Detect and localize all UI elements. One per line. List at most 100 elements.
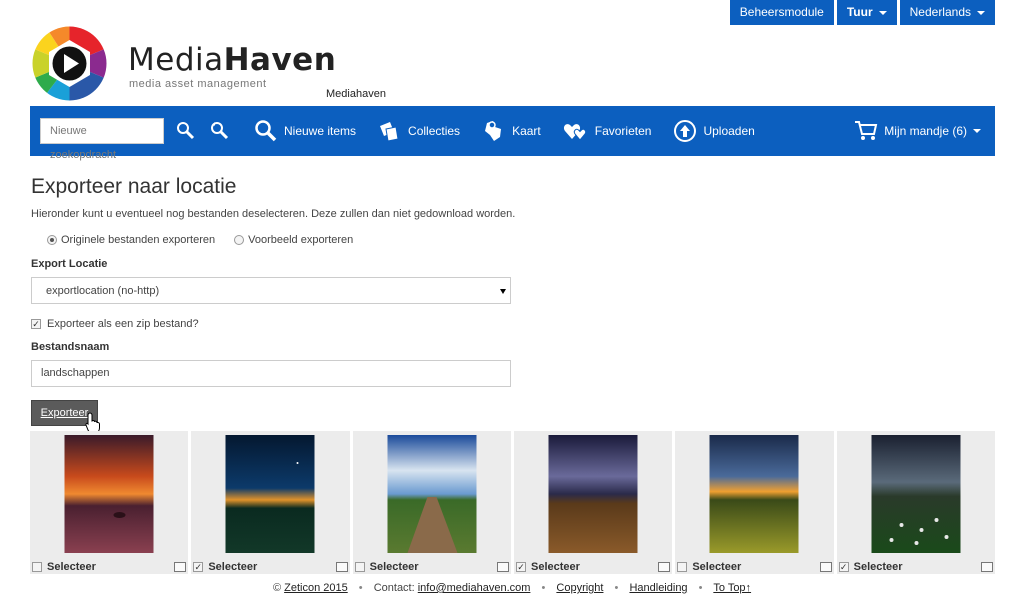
thumbnail-image[interactable]	[387, 435, 477, 553]
thumbnail-image[interactable]	[225, 435, 315, 553]
site-name: Mediahaven	[326, 88, 386, 100]
footer-separator: •	[358, 582, 363, 594]
cart-label: Mijn mandje (6)	[884, 124, 967, 138]
image-icon[interactable]	[174, 562, 187, 572]
brand-wordmark: MediaHaven	[128, 42, 336, 78]
footer-contact-label: Contact:	[373, 582, 418, 594]
image-icon[interactable]	[980, 562, 993, 572]
language-label: Nederlands	[909, 5, 971, 19]
cart-button[interactable]: Mijn mandje (6)	[854, 120, 981, 142]
select-label: Selecteer	[369, 561, 419, 573]
select-checkbox[interactable]	[354, 562, 365, 572]
footer-separator: •	[698, 582, 703, 594]
gallery-tile: Selecteer	[30, 431, 189, 574]
nav-new-items[interactable]: Nieuwe items	[254, 119, 356, 143]
select-option[interactable]: Selecteer	[32, 561, 96, 573]
image-icon[interactable]	[335, 562, 348, 572]
thumbnail-image[interactable]	[709, 435, 799, 553]
gallery-tile: Selecteer	[675, 431, 834, 574]
nav-new-items-label: Nieuwe items	[284, 124, 357, 138]
caret-down-icon	[878, 10, 887, 15]
image-icon[interactable]	[819, 562, 832, 572]
export-gallery: Selecteer ✓ Selecteer Selecteer ✓ Selectee…	[30, 431, 995, 574]
select-checkbox[interactable]: ✓	[515, 562, 526, 572]
brand-name-light: Media	[128, 42, 224, 78]
select-checkbox[interactable]: ✓	[193, 562, 204, 572]
nav-collections-label: Collecties	[408, 124, 461, 138]
select-option[interactable]: ✓ Selecteer	[515, 561, 580, 573]
select-option[interactable]: ✓ Selecteer	[193, 561, 257, 573]
radio-original-label: Originele bestanden exporteren	[61, 234, 216, 246]
select-label: Selecteer	[692, 561, 742, 573]
brand-name-bold: Haven	[223, 42, 337, 78]
thumbnail-image[interactable]	[548, 435, 638, 553]
export-location-label: Export Locatie	[31, 258, 108, 270]
select-label: Selecteer	[208, 561, 258, 573]
search-icon	[255, 120, 277, 142]
nav-collections[interactable]: Collecties	[378, 119, 460, 143]
thumbnail-image[interactable]	[64, 435, 154, 553]
gallery-tile: Selecteer	[352, 431, 511, 574]
upload-icon	[674, 120, 697, 142]
brand-tagline: media asset management	[129, 78, 267, 90]
radio-selected-icon[interactable]	[47, 235, 57, 245]
select-checkbox[interactable]	[32, 562, 42, 572]
top-menu: Beheersmodule Tuur Nederlands	[729, 0, 995, 25]
footer-separator: •	[541, 582, 546, 594]
admin-module-button[interactable]: Beheersmodule	[729, 0, 834, 25]
footer: © Zeticon 2015 • Contact: info@mediahave…	[0, 582, 1024, 594]
advanced-search-button[interactable]	[208, 119, 232, 143]
caret-down-icon	[977, 10, 985, 15]
dropdown-arrow-icon	[500, 289, 506, 294]
nav-favorites[interactable]: Favorieten	[563, 119, 652, 143]
admin-module-label: Beheersmodule	[739, 5, 824, 19]
footer-copyright: ©	[272, 582, 285, 594]
page-subtitle: Hieronder kunt u eventueel nog bestanden…	[31, 208, 516, 220]
select-label: Selecteer	[530, 561, 580, 573]
caret-down-icon	[973, 129, 981, 133]
nav-map-label: Kaart	[512, 124, 541, 138]
user-name-label: Tuur	[846, 5, 873, 19]
hearts-icon	[563, 124, 586, 141]
radio-preview-label: Voorbeeld exporteren	[248, 234, 354, 246]
footer-totop-link[interactable]: To Top↑	[713, 582, 751, 594]
search-input[interactable]: Nieuwe zoekopdracht	[40, 118, 164, 161]
search-icon	[177, 122, 195, 140]
image-icon[interactable]	[496, 562, 509, 572]
language-menu-button[interactable]: Nederlands	[899, 0, 995, 25]
select-option[interactable]: Selecteer	[677, 561, 741, 573]
export-location-select[interactable]: exportlocation (no-http)	[31, 277, 511, 304]
cart-icon	[855, 121, 878, 140]
footer-manual-link[interactable]: Handleiding	[629, 582, 687, 594]
main-navbar: Nieuwe zoekopdracht Nieuwe items Collect…	[30, 106, 995, 161]
gallery-tile: ✓ Selecteer	[836, 431, 995, 574]
map-icon	[485, 121, 502, 141]
select-option[interactable]: Selecteer	[354, 561, 419, 573]
thumbnail-image[interactable]	[871, 435, 961, 553]
search-button[interactable]	[174, 119, 198, 143]
user-menu-button[interactable]: Tuur	[836, 0, 897, 25]
nav-upload-label: Uploaden	[703, 124, 755, 138]
export-location-value: exportlocation (no-http)	[46, 285, 160, 297]
radio-original-files[interactable]: Originele bestanden exporteren	[47, 234, 215, 246]
zip-option[interactable]: ✓ Exporteer als een zip bestand?	[31, 318, 199, 330]
filename-input[interactable]: landschappen	[31, 360, 511, 387]
zip-checkbox[interactable]: ✓	[31, 319, 41, 329]
mediahaven-logo[interactable]	[32, 26, 107, 101]
radio-unselected-icon[interactable]	[234, 235, 245, 245]
select-checkbox[interactable]	[677, 562, 688, 572]
footer-email-link[interactable]: info@mediahaven.com	[418, 582, 531, 594]
footer-company-link[interactable]: Zeticon 2015	[284, 582, 348, 594]
footer-separator: •	[614, 582, 619, 594]
nav-upload[interactable]: Uploaden	[673, 119, 755, 143]
footer-copyright-link[interactable]: Copyright	[556, 582, 603, 594]
radio-preview[interactable]: Voorbeeld exporteren	[234, 234, 353, 246]
select-checkbox[interactable]: ✓	[838, 562, 849, 572]
zip-checkbox-label: Exporteer als een zip bestand?	[47, 318, 199, 330]
gallery-tile: ✓ Selecteer	[513, 431, 673, 574]
image-icon[interactable]	[658, 562, 671, 572]
advanced-search-icon	[211, 122, 229, 140]
nav-map[interactable]: Kaart	[482, 119, 541, 143]
select-option[interactable]: ✓ Selecteer	[838, 561, 903, 573]
nav-favorites-label: Favorieten	[594, 124, 652, 138]
